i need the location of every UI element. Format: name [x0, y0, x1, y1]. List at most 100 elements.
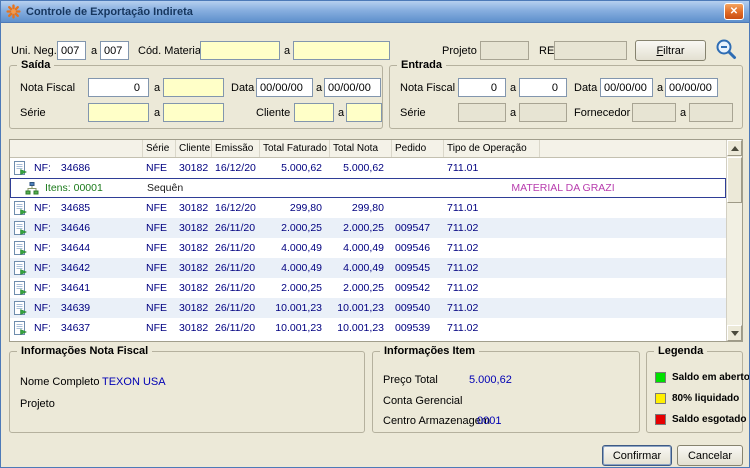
col-total-faturado[interactable]: Total Faturado — [260, 140, 330, 157]
uni-neg-to-input[interactable] — [100, 41, 129, 60]
grid-scrollbar[interactable] — [726, 140, 742, 341]
total-nota-cell: 2.000,25 — [343, 282, 384, 294]
cancelar-button[interactable]: Cancelar — [677, 445, 743, 466]
entrada-data-to-input[interactable] — [665, 78, 718, 97]
emissao-cell: 26/11/20 — [215, 262, 256, 274]
col-total-nota[interactable]: Total Nota — [330, 140, 392, 157]
nf-document-icon — [10, 261, 32, 275]
uni-neg-from-input[interactable] — [57, 41, 86, 60]
table-row[interactable]: NF: 34686 NFE 30182 16/12/20 5.000,62 5.000,62… — [10, 158, 726, 178]
total-faturado-cell: 4.000,49 — [281, 262, 322, 274]
cod-material-to-input[interactable] — [293, 41, 390, 60]
table-row[interactable]: NF: 34641 NFE 30182 26/11/20 2.000,25 2.000,25… — [10, 278, 726, 298]
scroll-down-button[interactable] — [727, 325, 742, 341]
nome-completo-label: Nome Completo — [20, 376, 100, 388]
tipo-operacao-cell: 711.01 — [447, 202, 479, 214]
range-separator-label: a — [91, 45, 98, 57]
nf-number: 34639 — [60, 302, 91, 314]
nf-number: 34686 — [60, 162, 91, 174]
range-separator-label: a — [680, 107, 687, 119]
total-nota-cell: 10.001,23 — [337, 322, 384, 334]
re-input — [554, 41, 627, 60]
nf-label: NF: — [34, 262, 51, 274]
filtrar-button[interactable]: Filtrar — [635, 40, 706, 61]
col-emissao[interactable]: Emissão — [212, 140, 260, 157]
saida-serie-from-input[interactable] — [88, 103, 149, 122]
entrada-fornecedor-label: Fornecedor — [574, 107, 631, 119]
nf-label: NF: — [34, 162, 51, 174]
items-count-label: Itens: 00001 — [45, 182, 103, 194]
saida-cliente-from-input[interactable] — [294, 103, 334, 122]
total-faturado-cell: 299,80 — [289, 202, 322, 214]
entrada-serie-to-input — [519, 103, 567, 122]
scroll-up-icon — [730, 146, 739, 151]
nf-document-icon — [10, 221, 32, 235]
table-row[interactable]: NF: 34644 NFE 30182 26/11/20 4.000,49 4.000,49… — [10, 238, 726, 258]
total-nota-cell: 4.000,49 — [343, 262, 384, 274]
total-faturado-cell: 10.001,23 — [275, 322, 322, 334]
saida-serie-to-input[interactable] — [163, 103, 224, 122]
pedido-cell: 009539 — [395, 322, 431, 334]
titlebar: Controle de Exportação Indireta ✕ — [1, 1, 749, 23]
projeto-info-label: Projeto — [20, 398, 55, 410]
tipo-operacao-cell: 711.02 — [447, 242, 479, 254]
table-row[interactable]: NF: 34685 NFE 30182 16/12/20 299,80 299,80 711.… — [10, 198, 726, 218]
saida-serie-label: Série — [20, 107, 46, 119]
legend-color-swatch — [655, 393, 666, 404]
saida-nota-fiscal-from-input[interactable] — [88, 78, 149, 97]
cod-material-from-input[interactable] — [200, 41, 280, 60]
close-button[interactable]: ✕ — [724, 3, 744, 20]
total-faturado-cell: 10.001,23 — [275, 302, 322, 314]
table-row[interactable]: NF: 34642 NFE 30182 26/11/20 4.000,49 4.000,49… — [10, 258, 726, 278]
nf-cell: NF: 34637 — [32, 322, 143, 334]
sequencia-label: Sequên — [147, 182, 184, 194]
nf-label: NF: — [34, 302, 51, 314]
nf-label: NF: — [34, 202, 51, 214]
confirmar-button[interactable]: Confirmar — [602, 445, 672, 466]
total-faturado-cell: 5.000,62 — [281, 162, 322, 174]
table-row[interactable]: NF: 34637 NFE 30182 26/11/20 10.001,23 10.001,… — [10, 318, 726, 338]
saida-cliente-to-input[interactable] — [346, 103, 382, 122]
filtrar-button-label: Filtrar — [656, 44, 685, 57]
col-pedido[interactable]: Pedido — [392, 140, 444, 157]
saida-nota-fiscal-to-input[interactable] — [163, 78, 224, 97]
centro-armazenagem-value: 0001 — [477, 415, 502, 427]
nf-cell: NF: 34685 — [32, 202, 143, 214]
nf-cell: NF: 34641 — [32, 282, 143, 294]
serie-cell: NFE — [146, 302, 167, 314]
tipo-operacao-cell: 711.02 — [447, 302, 479, 314]
scroll-up-button[interactable] — [727, 140, 742, 156]
entrada-nota-fiscal-from-input[interactable] — [458, 78, 506, 97]
table-row[interactable]: NF: 34639 NFE 30182 26/11/20 10.001,23 10.001,… — [10, 298, 726, 318]
serie-cell: NFE — [146, 282, 167, 294]
entrada-serie-label: Série — [400, 107, 426, 119]
items-subrow[interactable]: Itens: 00001 Sequên MATERIAL DA GRAZI — [10, 178, 726, 198]
total-faturado-cell: 2.000,25 — [281, 282, 322, 294]
nf-document-icon — [10, 321, 32, 335]
saida-data-to-input[interactable] — [324, 78, 381, 97]
legend-label: Saldo esgotado — [672, 414, 747, 425]
table-rows: NF: 34686 NFE 30182 16/12/20 5.000,62 5.000,62… — [10, 158, 726, 341]
entrada-nota-fiscal-to-input[interactable] — [519, 78, 567, 97]
tipo-operacao-cell: 711.02 — [447, 222, 479, 234]
col-cliente[interactable]: Cliente — [176, 140, 212, 157]
zoom-icon[interactable] — [714, 37, 738, 61]
scroll-thumb[interactable] — [727, 157, 742, 203]
preco-total-label: Preço Total — [383, 374, 438, 386]
saida-data-from-input[interactable] — [256, 78, 313, 97]
range-separator-label: a — [154, 107, 161, 119]
serie-cell: NFE — [146, 242, 167, 254]
range-separator-label: a — [316, 82, 323, 94]
nf-label: NF: — [34, 242, 51, 254]
nf-label: NF: — [34, 322, 51, 334]
col-serie[interactable]: Série — [143, 140, 176, 157]
cliente-cell: 30182 — [179, 242, 209, 254]
total-nota-cell: 299,80 — [351, 202, 384, 214]
table-row[interactable]: NF: 34646 NFE 30182 26/11/20 2.000,25 2.000,25… — [10, 218, 726, 238]
cliente-cell: 30182 — [179, 282, 209, 294]
col-tipo-operacao[interactable]: Tipo de Operação — [444, 140, 540, 157]
total-nota-cell: 5.000,62 — [343, 162, 384, 174]
entrada-data-from-input[interactable] — [600, 78, 653, 97]
legend-item: Saldo em aberto — [655, 372, 749, 383]
nf-document-icon — [10, 281, 32, 295]
